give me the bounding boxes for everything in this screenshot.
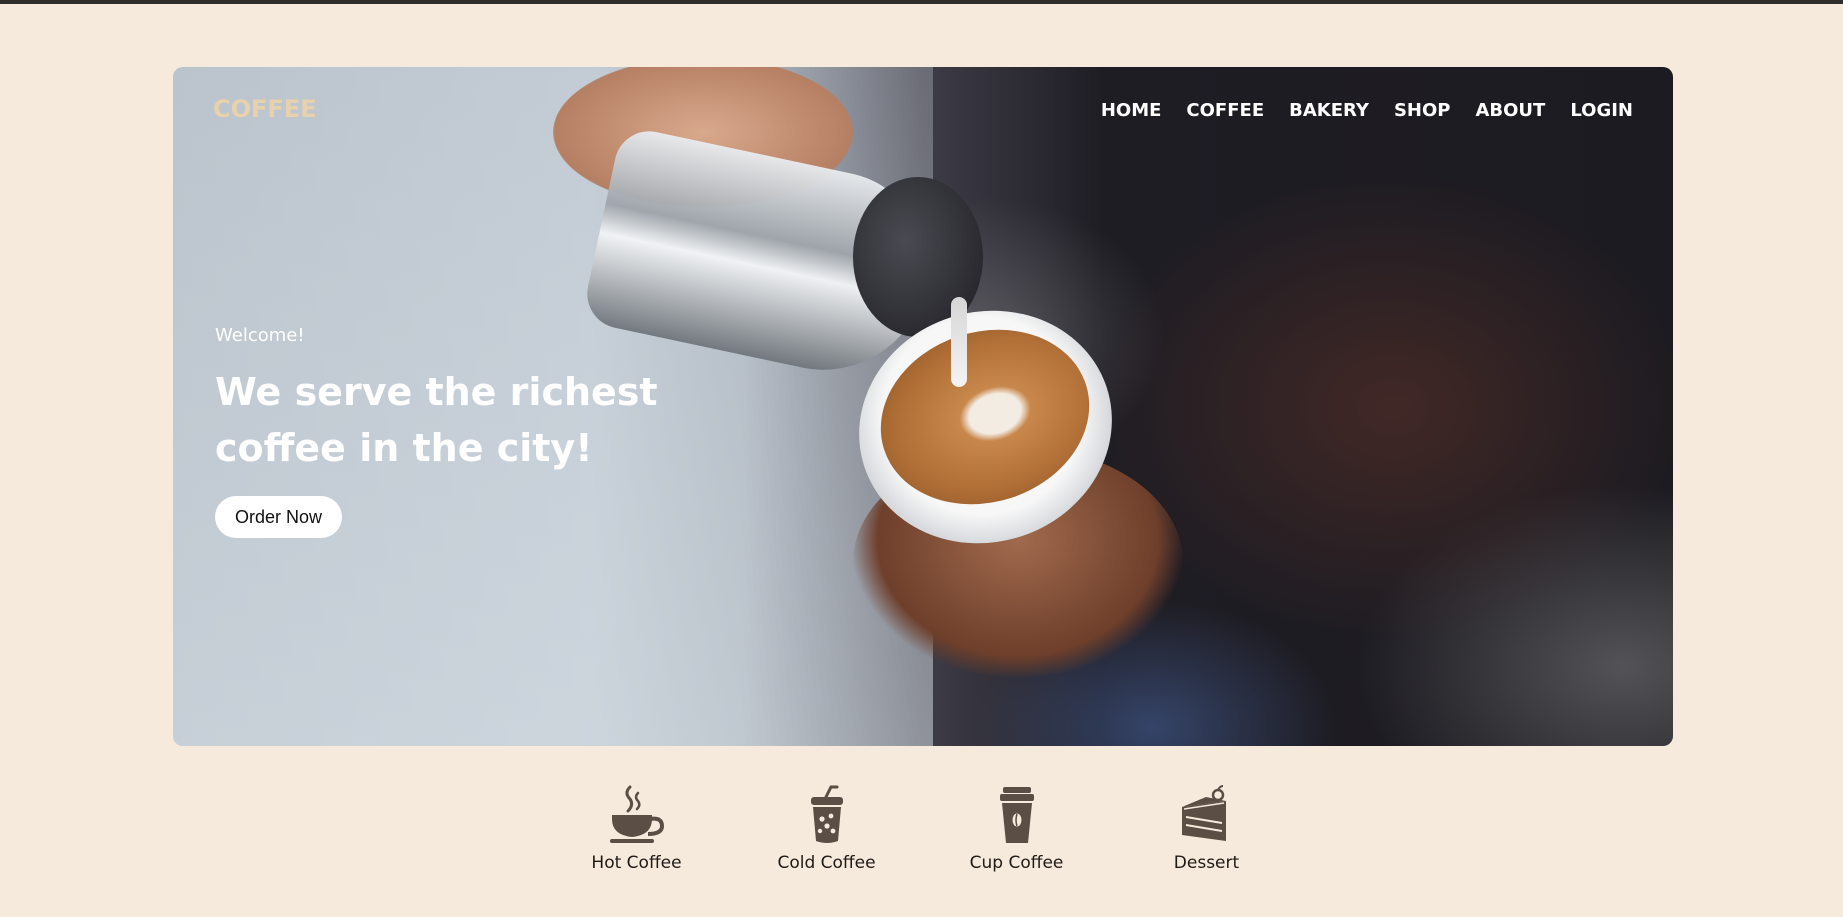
nav-link-home[interactable]: HOME: [1101, 100, 1162, 121]
window-top-strip: [0, 0, 1843, 4]
site-logo[interactable]: COFFEE: [213, 95, 317, 123]
category-label: Hot Coffee: [591, 853, 682, 873]
category-cold-coffee[interactable]: Cold Coffee: [732, 785, 922, 873]
category-hot-coffee[interactable]: Hot Coffee: [542, 785, 732, 873]
cold-coffee-icon: [810, 785, 843, 843]
hero-welcome: Welcome!: [215, 325, 305, 346]
main-navigation: HOME COFFEE BAKERY SHOP ABOUT LOGIN: [1101, 100, 1633, 121]
category-cup-coffee[interactable]: Cup Coffee: [922, 785, 1112, 873]
nav-link-shop[interactable]: SHOP: [1394, 100, 1451, 121]
cup-coffee-icon: [999, 787, 1034, 843]
nav-link-login[interactable]: LOGIN: [1570, 100, 1633, 121]
hero-headline: We serve the richest coffee in the city!: [215, 370, 658, 470]
category-list: Hot Coffee Cold Coffee Cup Coffee Desser…: [0, 785, 1843, 873]
hero-banner: COFFEE HOME COFFEE BAKERY SHOP ABOUT LOG…: [173, 67, 1673, 746]
category-label: Cup Coffee: [969, 853, 1064, 873]
hero-photo-milk-stream: [951, 297, 967, 387]
category-label: Dessert: [1173, 853, 1240, 873]
category-label: Cold Coffee: [777, 853, 876, 873]
hero-text-block: Welcome! We serve the richest coffee in …: [215, 325, 775, 538]
hot-coffee-icon: [609, 785, 664, 843]
nav-link-coffee[interactable]: COFFEE: [1186, 100, 1264, 121]
category-dessert[interactable]: Dessert: [1112, 785, 1302, 873]
nav-link-bakery[interactable]: BAKERY: [1289, 100, 1369, 121]
nav-link-about[interactable]: ABOUT: [1475, 100, 1545, 121]
order-now-button[interactable]: Order Now: [215, 496, 343, 538]
dessert-icon: [1181, 785, 1226, 841]
